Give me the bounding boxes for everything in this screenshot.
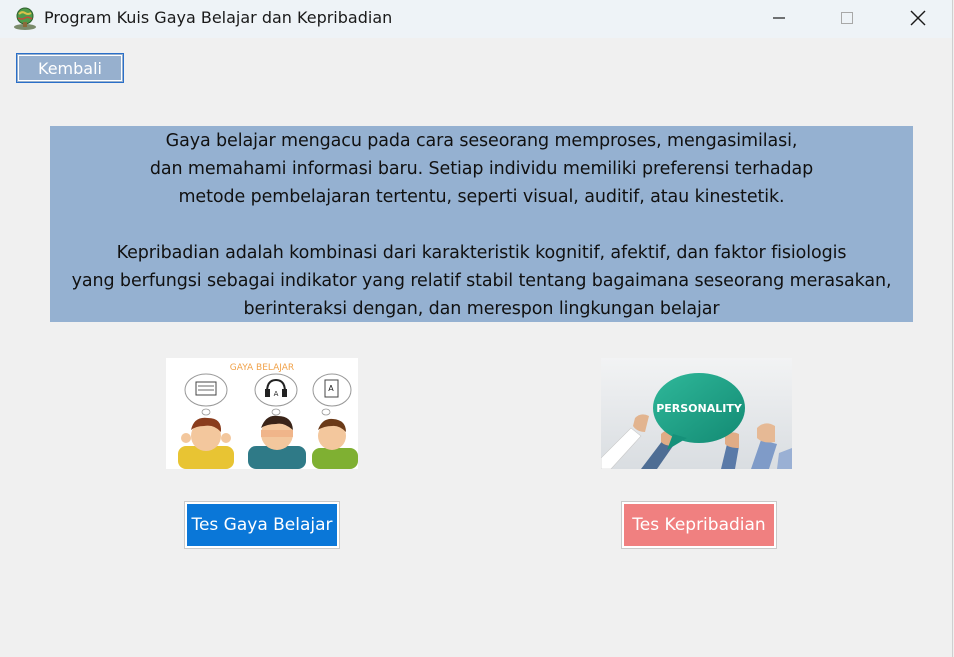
personality-caption: PERSONALITY <box>656 402 743 415</box>
info-line-6: yang berfungsi sebagai indikator yang re… <box>71 271 892 291</box>
info-line-7: berinteraksi dengan, dan merespon lingku… <box>243 299 720 319</box>
svg-text:A: A <box>328 384 334 393</box>
app-globe-icon <box>12 5 38 31</box>
personality-image: PERSONALITY <box>601 358 792 469</box>
gaya-belajar-caption: GAYA BELAJAR <box>230 363 294 373</box>
tes-kepribadian-button[interactable]: Tes Kepribadian <box>622 502 776 548</box>
maximize-button[interactable] <box>824 0 870 36</box>
info-line-3: metode pembelajaran tertentu, seperti vi… <box>178 187 785 207</box>
app-window: Program Kuis Gaya Belajar dan Kepribadia… <box>0 0 953 657</box>
info-line-2: dan memahami informasi baru. Setiap indi… <box>149 159 814 179</box>
tes-gaya-belajar-button[interactable]: Tes Gaya Belajar <box>185 502 339 548</box>
back-button[interactable]: Kembali <box>16 53 124 83</box>
gaya-belajar-image: GAYA BELAJAR A A <box>166 358 358 469</box>
close-button[interactable] <box>895 0 941 36</box>
minimize-icon <box>773 17 785 19</box>
info-panel: Gaya belajar mengacu pada cara seseorang… <box>50 126 913 322</box>
info-line-1: Gaya belajar mengacu pada cara seseorang… <box>165 131 798 151</box>
svg-text:A: A <box>274 390 279 398</box>
maximize-icon <box>841 12 853 24</box>
title-bar[interactable]: Program Kuis Gaya Belajar dan Kepribadia… <box>0 0 952 38</box>
info-line-5: Kepribadian adalah kombinasi dari karakt… <box>116 243 847 263</box>
minimize-button[interactable] <box>756 0 802 36</box>
close-icon <box>910 10 926 26</box>
window-title: Program Kuis Gaya Belajar dan Kepribadia… <box>44 8 393 27</box>
